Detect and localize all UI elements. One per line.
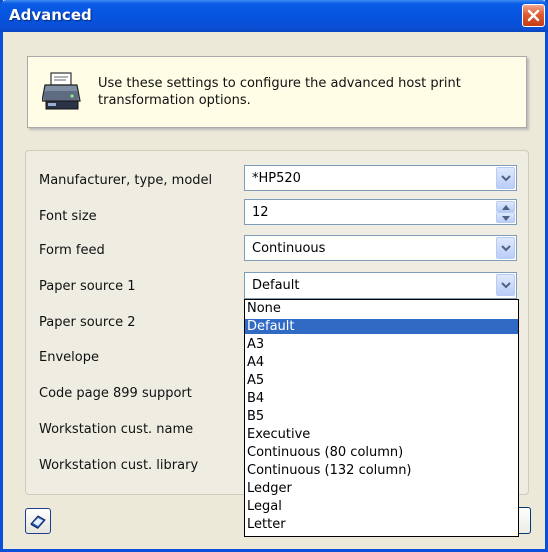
chevron-down-icon [501,175,511,182]
form-feed-select[interactable]: Continuous [244,235,517,261]
dropdown-option[interactable]: A5 [245,373,518,388]
title-bar[interactable]: Advanced [0,0,548,32]
font-size-spin-buttons [496,201,515,223]
paper-source-1-options-list[interactable]: None Default A3 A4 A5 B4 B5 Executive Continuous… [244,299,519,537]
dropdown-option[interactable]: A4 [245,355,518,370]
info-panel: Use these settings to configure the adva… [27,56,527,128]
dropdown-option[interactable]: Default [245,319,518,334]
code-page-label: Code page 899 support [39,386,192,401]
dropdown-option[interactable]: Continuous (80 column) [245,445,518,460]
close-button[interactable] [522,4,545,27]
close-icon [527,9,540,22]
dropdown-option[interactable]: Executive [245,427,518,442]
font-size-label: Font size [39,209,97,224]
envelope-label: Envelope [39,350,99,365]
paper-source-1-select[interactable]: Default [244,272,517,299]
manufacturer-label: Manufacturer, type, model [39,173,213,188]
chevron-down-icon [501,245,511,252]
printer-icon [42,72,81,110]
help-book-icon [30,515,46,529]
dropdown-option[interactable]: A3 [245,337,518,352]
help-button[interactable] [25,508,51,534]
dropdown-option[interactable]: B5 [245,409,518,424]
manufacturer-value: *HP520 [252,171,301,186]
dropdown-option[interactable]: Letter [245,517,518,532]
dropdown-option[interactable]: None [245,301,518,316]
chevron-down-icon [501,282,511,289]
font-size-value: 12 [252,205,269,220]
dropdown-option[interactable]: Ledger [245,481,518,496]
manufacturer-select[interactable]: *HP520 [244,165,517,191]
window-title: Advanced [9,6,92,24]
form-feed-dropdown-button[interactable] [496,237,515,259]
form-feed-value: Continuous [252,241,326,256]
paper-source-2-label: Paper source 2 [39,315,136,330]
paper-source-1-value: Default [252,278,300,293]
spin-up-icon [502,205,510,210]
spin-down-icon [502,216,510,221]
workstation-cust-name-label: Workstation cust. name [39,422,194,437]
dropdown-option[interactable]: Legal [245,499,518,514]
workstation-cust-library-label: Workstation cust. library [39,458,199,473]
paper-source-1-dropdown-button[interactable] [496,274,515,296]
ok-button[interactable] [519,507,531,534]
info-text: Use these settings to configure the adva… [98,76,461,108]
paper-source-1-label: Paper source 1 [39,279,136,294]
form-feed-label: Form feed [39,243,105,258]
spin-up-button[interactable] [496,201,515,212]
dropdown-option[interactable]: B4 [245,391,518,406]
font-size-spinner[interactable]: 12 [244,199,517,225]
manufacturer-dropdown-button[interactable] [496,167,515,189]
dropdown-option[interactable]: Continuous (132 column) [245,463,518,478]
spin-down-button[interactable] [496,212,515,223]
